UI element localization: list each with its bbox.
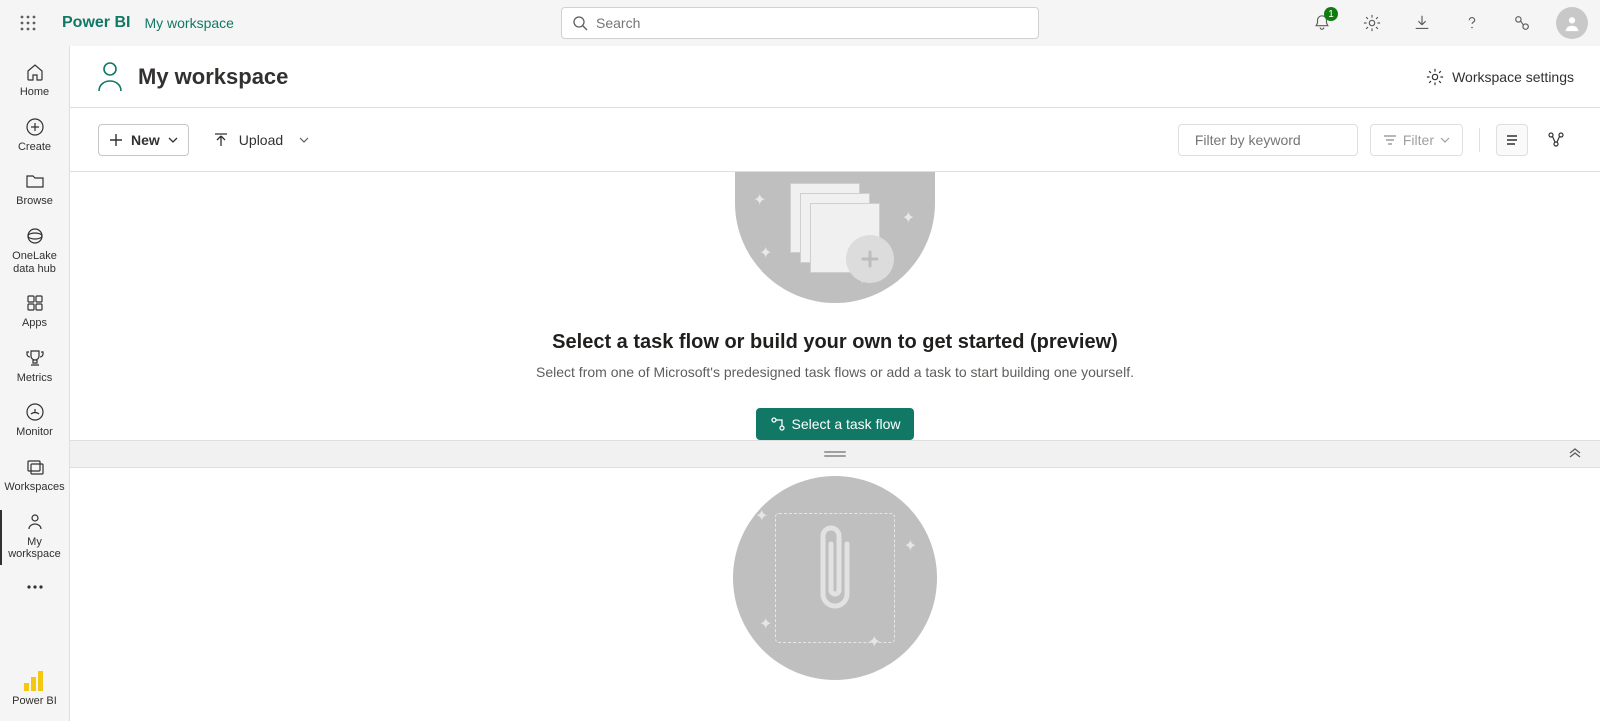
feedback-button[interactable] (1506, 7, 1538, 39)
powerbi-icon (24, 671, 44, 691)
filter-button-label: Filter (1403, 132, 1434, 148)
filter-icon (1383, 133, 1397, 147)
plus-circle-icon (25, 117, 45, 137)
brand-label[interactable]: Power BI (62, 14, 130, 32)
collapse-taskflow-button[interactable] (1568, 445, 1582, 459)
upload-icon (213, 132, 229, 148)
top-bar: Power BI My workspace 1 (0, 0, 1600, 46)
trophy-icon (25, 348, 45, 368)
folder-icon (25, 171, 45, 191)
upload-button-label: Upload (239, 132, 283, 148)
download-icon (1413, 14, 1431, 32)
paperclip-icon (809, 520, 861, 620)
filter-button[interactable]: Filter (1370, 124, 1463, 156)
chevron-down-icon (168, 135, 178, 145)
workspace-settings-button[interactable]: Workspace settings (1426, 68, 1574, 86)
sidebar-item-onelake[interactable]: OneLake data hub (0, 218, 69, 285)
chevron-down-icon (299, 135, 309, 145)
ellipsis-icon (27, 585, 43, 589)
apps-icon (25, 293, 45, 313)
sidebar-item-label: Apps (22, 317, 47, 330)
taskflow-section: ✦ ✦ ✦ ✦ Select a task flow or build your… (70, 172, 1600, 440)
sidebar-item-monitor[interactable]: Monitor (0, 394, 69, 449)
sidebar-powerbi-button[interactable]: Power BI (12, 671, 57, 721)
workspace-toolbar: New Upload Filter (70, 108, 1600, 172)
sidebar-item-create[interactable]: Create (0, 109, 69, 164)
workspace-items-section: ✦ ✦ ✦ ✦ (70, 468, 1600, 721)
account-avatar[interactable] (1556, 7, 1588, 39)
sidebar-item-label: Monitor (16, 426, 53, 439)
home-icon (25, 62, 45, 82)
search-box[interactable] (561, 7, 1039, 39)
select-taskflow-button[interactable]: Select a task flow (756, 408, 915, 440)
sidebar-more-button[interactable] (27, 571, 43, 603)
left-sidebar: Home Create Browse OneLake data hub Apps… (0, 46, 70, 721)
taskflow-title: Select a task flow or build your own to … (552, 331, 1118, 354)
sidebar-item-my-workspace[interactable]: My workspace (0, 504, 69, 571)
filter-keyword-input[interactable] (1195, 132, 1376, 148)
search-icon (572, 15, 588, 31)
notifications-button[interactable]: 1 (1306, 7, 1338, 39)
sidebar-item-apps[interactable]: Apps (0, 285, 69, 340)
lineage-view-button[interactable] (1540, 124, 1572, 156)
lineage-icon (1548, 132, 1564, 148)
toolbar-right: Filter (1178, 124, 1572, 156)
new-button[interactable]: New (98, 124, 189, 156)
person-workspace-icon (25, 512, 45, 532)
taskflow-button-icon (770, 416, 786, 432)
global-search (561, 7, 1039, 39)
sidebar-item-workspaces[interactable]: Workspaces (0, 449, 69, 504)
person-icon (1563, 14, 1581, 32)
monitor-icon (25, 402, 45, 422)
chevron-double-up-icon (1568, 445, 1582, 459)
onelake-icon (25, 226, 45, 246)
sidebar-item-label: Workspaces (4, 481, 64, 494)
upload-button[interactable]: Upload (213, 132, 309, 148)
app-launcher-icon[interactable] (12, 7, 44, 39)
sidebar-item-label: Home (20, 86, 49, 99)
sidebar-item-label: My workspace (2, 536, 67, 561)
settings-button[interactable] (1356, 7, 1388, 39)
workspace-avatar-icon (96, 60, 124, 94)
plus-icon (109, 133, 123, 147)
breadcrumb[interactable]: My workspace (144, 15, 233, 31)
workspace-title: My workspace (138, 64, 288, 90)
chevron-down-icon (1440, 135, 1450, 145)
splitter-bar[interactable] (70, 440, 1600, 468)
filter-keyword-input-wrap[interactable] (1178, 124, 1358, 156)
feedback-icon (1513, 14, 1531, 32)
taskflow-illustration: ✦ ✦ ✦ ✦ (735, 172, 935, 303)
list-icon (1505, 133, 1519, 147)
gear-icon (1363, 14, 1381, 32)
sidebar-item-label: OneLake data hub (2, 250, 67, 275)
plus-icon (859, 248, 881, 270)
gear-icon (1426, 68, 1444, 86)
sidebar-item-label: Browse (16, 195, 53, 208)
search-input[interactable] (596, 15, 1028, 31)
sidebar-item-label: Metrics (17, 372, 52, 385)
sidebar-item-browse[interactable]: Browse (0, 163, 69, 218)
new-button-label: New (131, 132, 160, 148)
list-view-toggle[interactable] (1496, 124, 1528, 156)
sidebar-item-home[interactable]: Home (0, 54, 69, 109)
grip-icon (824, 451, 846, 457)
workspace-settings-label: Workspace settings (1452, 69, 1574, 85)
main-content: My workspace Workspace settings New Uplo… (70, 46, 1600, 721)
download-button[interactable] (1406, 7, 1438, 39)
topbar-actions: 1 (1306, 7, 1588, 39)
help-icon (1463, 14, 1481, 32)
help-button[interactable] (1456, 7, 1488, 39)
sidebar-item-metrics[interactable]: Metrics (0, 340, 69, 395)
workspaces-icon (25, 457, 45, 477)
sidebar-powerbi-label: Power BI (12, 695, 57, 707)
notification-badge: 1 (1324, 7, 1338, 21)
items-illustration: ✦ ✦ ✦ ✦ (733, 476, 937, 680)
workspace-header: My workspace Workspace settings (70, 46, 1600, 108)
sidebar-item-label: Create (18, 141, 51, 154)
select-taskflow-label: Select a task flow (792, 416, 901, 432)
taskflow-subtitle: Select from one of Microsoft's predesign… (536, 364, 1134, 380)
toolbar-divider (1479, 128, 1480, 152)
